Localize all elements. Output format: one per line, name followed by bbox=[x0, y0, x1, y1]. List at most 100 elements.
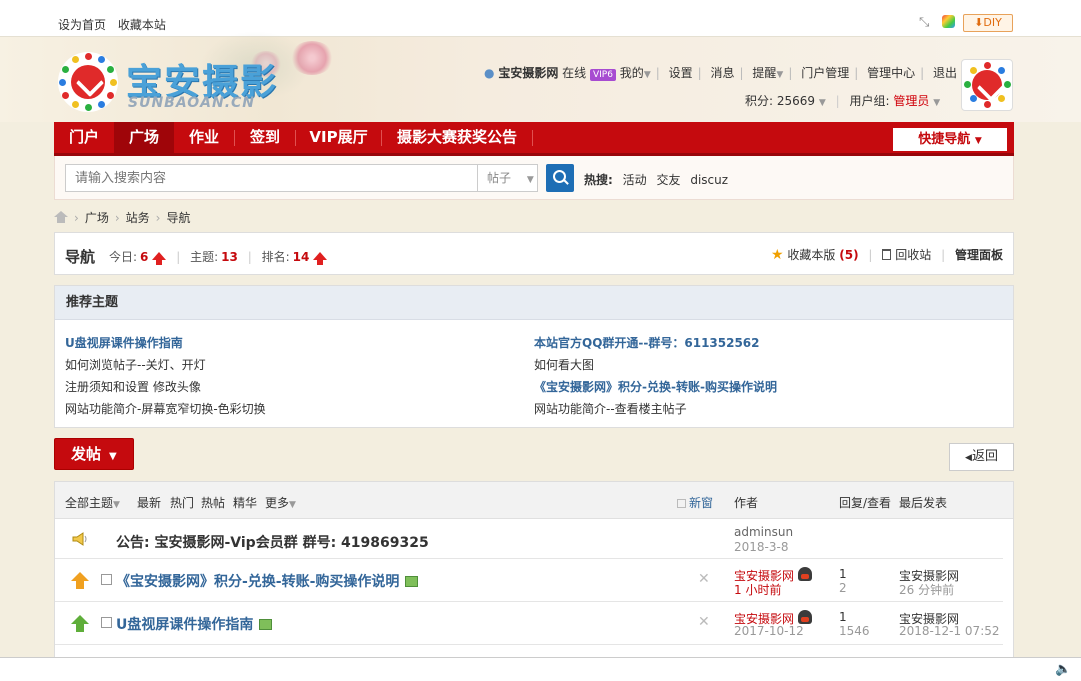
volume-icon[interactable]: 🔈 bbox=[1055, 662, 1071, 677]
user-stats: 积分: 25669 ▼ | 用户组: 管理员 ▼ bbox=[745, 94, 941, 108]
admin-panel-link[interactable]: 管理面板 bbox=[955, 248, 1003, 262]
thread-row[interactable]: 《宝安摄影网》积分-兑换-转账-购买操作说明 ✕ 宝安摄影网 1 小时前 1 2… bbox=[55, 559, 1003, 602]
thread-title[interactable]: U盘视屏课件操作指南 bbox=[116, 614, 273, 634]
close-icon[interactable]: ✕ bbox=[698, 614, 710, 630]
nav-item-checkin[interactable]: 签到 bbox=[235, 122, 295, 153]
back-button[interactable]: ◀返回 bbox=[949, 443, 1014, 471]
set-homepage-link[interactable]: 设为首页 bbox=[58, 18, 106, 32]
close-icon[interactable]: ✕ bbox=[698, 571, 710, 587]
new-window-toggle[interactable]: 新窗 bbox=[677, 494, 713, 511]
home-icon[interactable] bbox=[54, 211, 68, 223]
admin-center-link[interactable]: 管理中心 bbox=[867, 66, 915, 80]
hot-word-link[interactable]: discuz bbox=[690, 173, 728, 187]
today-count: 6 bbox=[140, 250, 149, 264]
breadcrumb-square[interactable]: 广场 bbox=[85, 211, 109, 225]
portal-admin-link[interactable]: 门户管理 bbox=[801, 66, 849, 80]
logout-link[interactable]: 退出 bbox=[933, 66, 957, 80]
recommended-link[interactable]: U盘视屏课件操作指南 bbox=[65, 334, 183, 351]
favorite-forum-link[interactable]: 收藏本版 bbox=[787, 248, 835, 262]
sticky-top-icon bbox=[71, 615, 89, 633]
recycle-bin-link[interactable]: 回收站 bbox=[895, 248, 931, 262]
thread-title[interactable]: 《宝安摄影网》积分-兑换-转账-购买操作说明 bbox=[116, 571, 419, 591]
filter-digest[interactable]: 精华 bbox=[233, 494, 257, 511]
last-post-time[interactable]: 26 分钟前 bbox=[899, 581, 954, 598]
recommended-link[interactable]: 如何浏览帖子--关灯、开灯 bbox=[65, 356, 206, 373]
recommended-link[interactable]: 网站功能简介--查看楼主帖子 bbox=[534, 400, 687, 417]
filter-latest[interactable]: 最新 bbox=[137, 494, 161, 511]
rank-value: 14 bbox=[292, 250, 310, 264]
reminders-link[interactable]: 提醒 bbox=[752, 66, 776, 80]
hot-search: 热搜: 活动 交友 discuz bbox=[584, 171, 728, 188]
user-avatar[interactable] bbox=[961, 59, 1013, 111]
settings-link[interactable]: 设置 bbox=[669, 66, 693, 80]
filter-hot[interactable]: 热门 bbox=[170, 494, 194, 511]
forum-title: 导航 bbox=[65, 248, 96, 266]
trash-icon bbox=[882, 249, 892, 260]
thread-checkbox[interactable] bbox=[101, 617, 112, 628]
thread-title[interactable]: 公告: 宝安摄影网-Vip会员群 群号: 419869325 bbox=[116, 532, 429, 552]
search-type-select[interactable]: 帖子 ▼ bbox=[477, 164, 538, 192]
topics-count: 13 bbox=[221, 250, 238, 264]
messages-link[interactable]: 消息 bbox=[711, 66, 735, 80]
thread-author[interactable]: adminsun bbox=[734, 525, 793, 539]
nav-item-homework[interactable]: 作业 bbox=[174, 122, 234, 153]
view-count: 2 bbox=[839, 581, 847, 595]
caret-down-icon: ▼ bbox=[109, 451, 117, 462]
nav-item-vip-gallery[interactable]: VIP展厅 bbox=[296, 122, 381, 153]
filter-all-topics[interactable]: 全部主题▼ bbox=[65, 494, 120, 511]
nav-item-contest-results[interactable]: 摄影大赛获奖公告 bbox=[382, 122, 532, 153]
search-button[interactable] bbox=[546, 164, 574, 192]
download-arrow-icon: ⬇ bbox=[974, 16, 984, 29]
breadcrumb-site-affairs[interactable]: 站务 bbox=[126, 211, 150, 225]
username-link[interactable]: 宝安摄影网 bbox=[498, 66, 558, 80]
site-header: 宝安摄影 SUNBAOAN.CN ● 宝安摄影网 在线 VIP6 我的▼ | 设置… bbox=[0, 31, 1081, 122]
nav-item-portal[interactable]: 门户 bbox=[54, 122, 114, 153]
filter-hot-posts[interactable]: 热帖 bbox=[201, 494, 225, 511]
hot-word-link[interactable]: 交友 bbox=[656, 173, 680, 187]
author-badge-icon bbox=[798, 567, 813, 581]
thread-date: 2018-3-8 bbox=[734, 540, 789, 554]
points-link[interactable]: 积分: 25669 bbox=[745, 94, 815, 108]
image-attachment-icon bbox=[259, 619, 273, 630]
thread-list: 全部主题▼ 最新 热门 热帖 精华 更多▼ 新窗 作者 回复/查看 最后发表 公… bbox=[54, 481, 1014, 681]
reply-count: 1 bbox=[839, 610, 847, 624]
recommended-link[interactable]: 如何看大图 bbox=[534, 356, 594, 373]
search-input[interactable] bbox=[65, 164, 478, 192]
recommended-link[interactable]: 网站功能简介-屏幕宽窄切换-色彩切换 bbox=[65, 400, 266, 417]
online-status: 在线 bbox=[562, 66, 587, 80]
hot-word-link[interactable]: 活动 bbox=[623, 173, 647, 187]
bookmark-site-link[interactable]: 收藏本站 bbox=[118, 18, 166, 32]
forum-stats-box: 导航 今日: 6 | 主题: 13 | 排名: 14 ★ 收藏本版 (5) | 回收站… bbox=[54, 232, 1014, 275]
favorite-count: (5) bbox=[839, 248, 859, 262]
site-logo-subtext: SUNBAOAN.CN bbox=[128, 95, 256, 111]
thread-checkbox[interactable] bbox=[101, 574, 112, 585]
checkbox[interactable] bbox=[677, 499, 686, 508]
user-group-link[interactable]: 管理员 bbox=[893, 94, 929, 108]
my-menu-link[interactable]: 我的 bbox=[620, 66, 644, 80]
breadcrumb-nav[interactable]: 导航 bbox=[166, 211, 190, 225]
nav-item-square[interactable]: 广场 bbox=[114, 122, 174, 153]
recommended-link[interactable]: 本站官方QQ群开通--群号：611352562 bbox=[534, 334, 760, 351]
col-last-post: 最后发表 bbox=[899, 496, 948, 510]
browser-status-bar: 🔈 bbox=[0, 657, 1081, 681]
up-arrow-icon bbox=[152, 252, 167, 265]
recommended-link[interactable]: 《宝安摄影网》积分-兑换-转账-购买操作说明 bbox=[534, 378, 777, 395]
diy-button[interactable]: ⬇DIY bbox=[963, 14, 1013, 32]
site-logo-emblem[interactable] bbox=[58, 52, 118, 112]
main-nav: 门户 广场 作业 签到 VIP展厅 摄影大赛获奖公告 bbox=[54, 122, 1014, 156]
filter-more[interactable]: 更多▼ bbox=[265, 494, 296, 511]
sticky-top-icon bbox=[71, 572, 89, 590]
up-arrow-icon bbox=[313, 252, 328, 265]
quick-nav-button[interactable]: 快捷导航 ▼ bbox=[893, 128, 1007, 151]
thread-row-announcement[interactable]: 公告: 宝安摄影网-Vip会员群 群号: 419869325 adminsun … bbox=[55, 520, 1003, 559]
color-scheme-icon[interactable] bbox=[942, 15, 955, 28]
fullscreen-icon[interactable]: ⤡ bbox=[919, 15, 929, 30]
thread-row[interactable]: U盘视屏课件操作指南 ✕ 宝安摄影网 2017-10-12 1 1546 宝安摄… bbox=[55, 602, 1003, 645]
thread-date: 2017-10-12 bbox=[734, 624, 804, 638]
new-post-button[interactable]: 发帖 ▼ bbox=[54, 438, 134, 470]
forum-actions: ★ 收藏本版 (5) | 回收站 | 管理面板 bbox=[771, 247, 1003, 263]
user-menu: ● 宝安摄影网 在线 VIP6 我的▼ | 设置 | 消息 | 提醒▼ | 门户管理 | … bbox=[484, 66, 957, 81]
last-post-time[interactable]: 2018-12-1 07:52 bbox=[899, 624, 1000, 638]
recommended-heading: 推荐主题 bbox=[55, 286, 1013, 320]
recommended-link[interactable]: 注册须知和设置 修改头像 bbox=[65, 378, 201, 395]
